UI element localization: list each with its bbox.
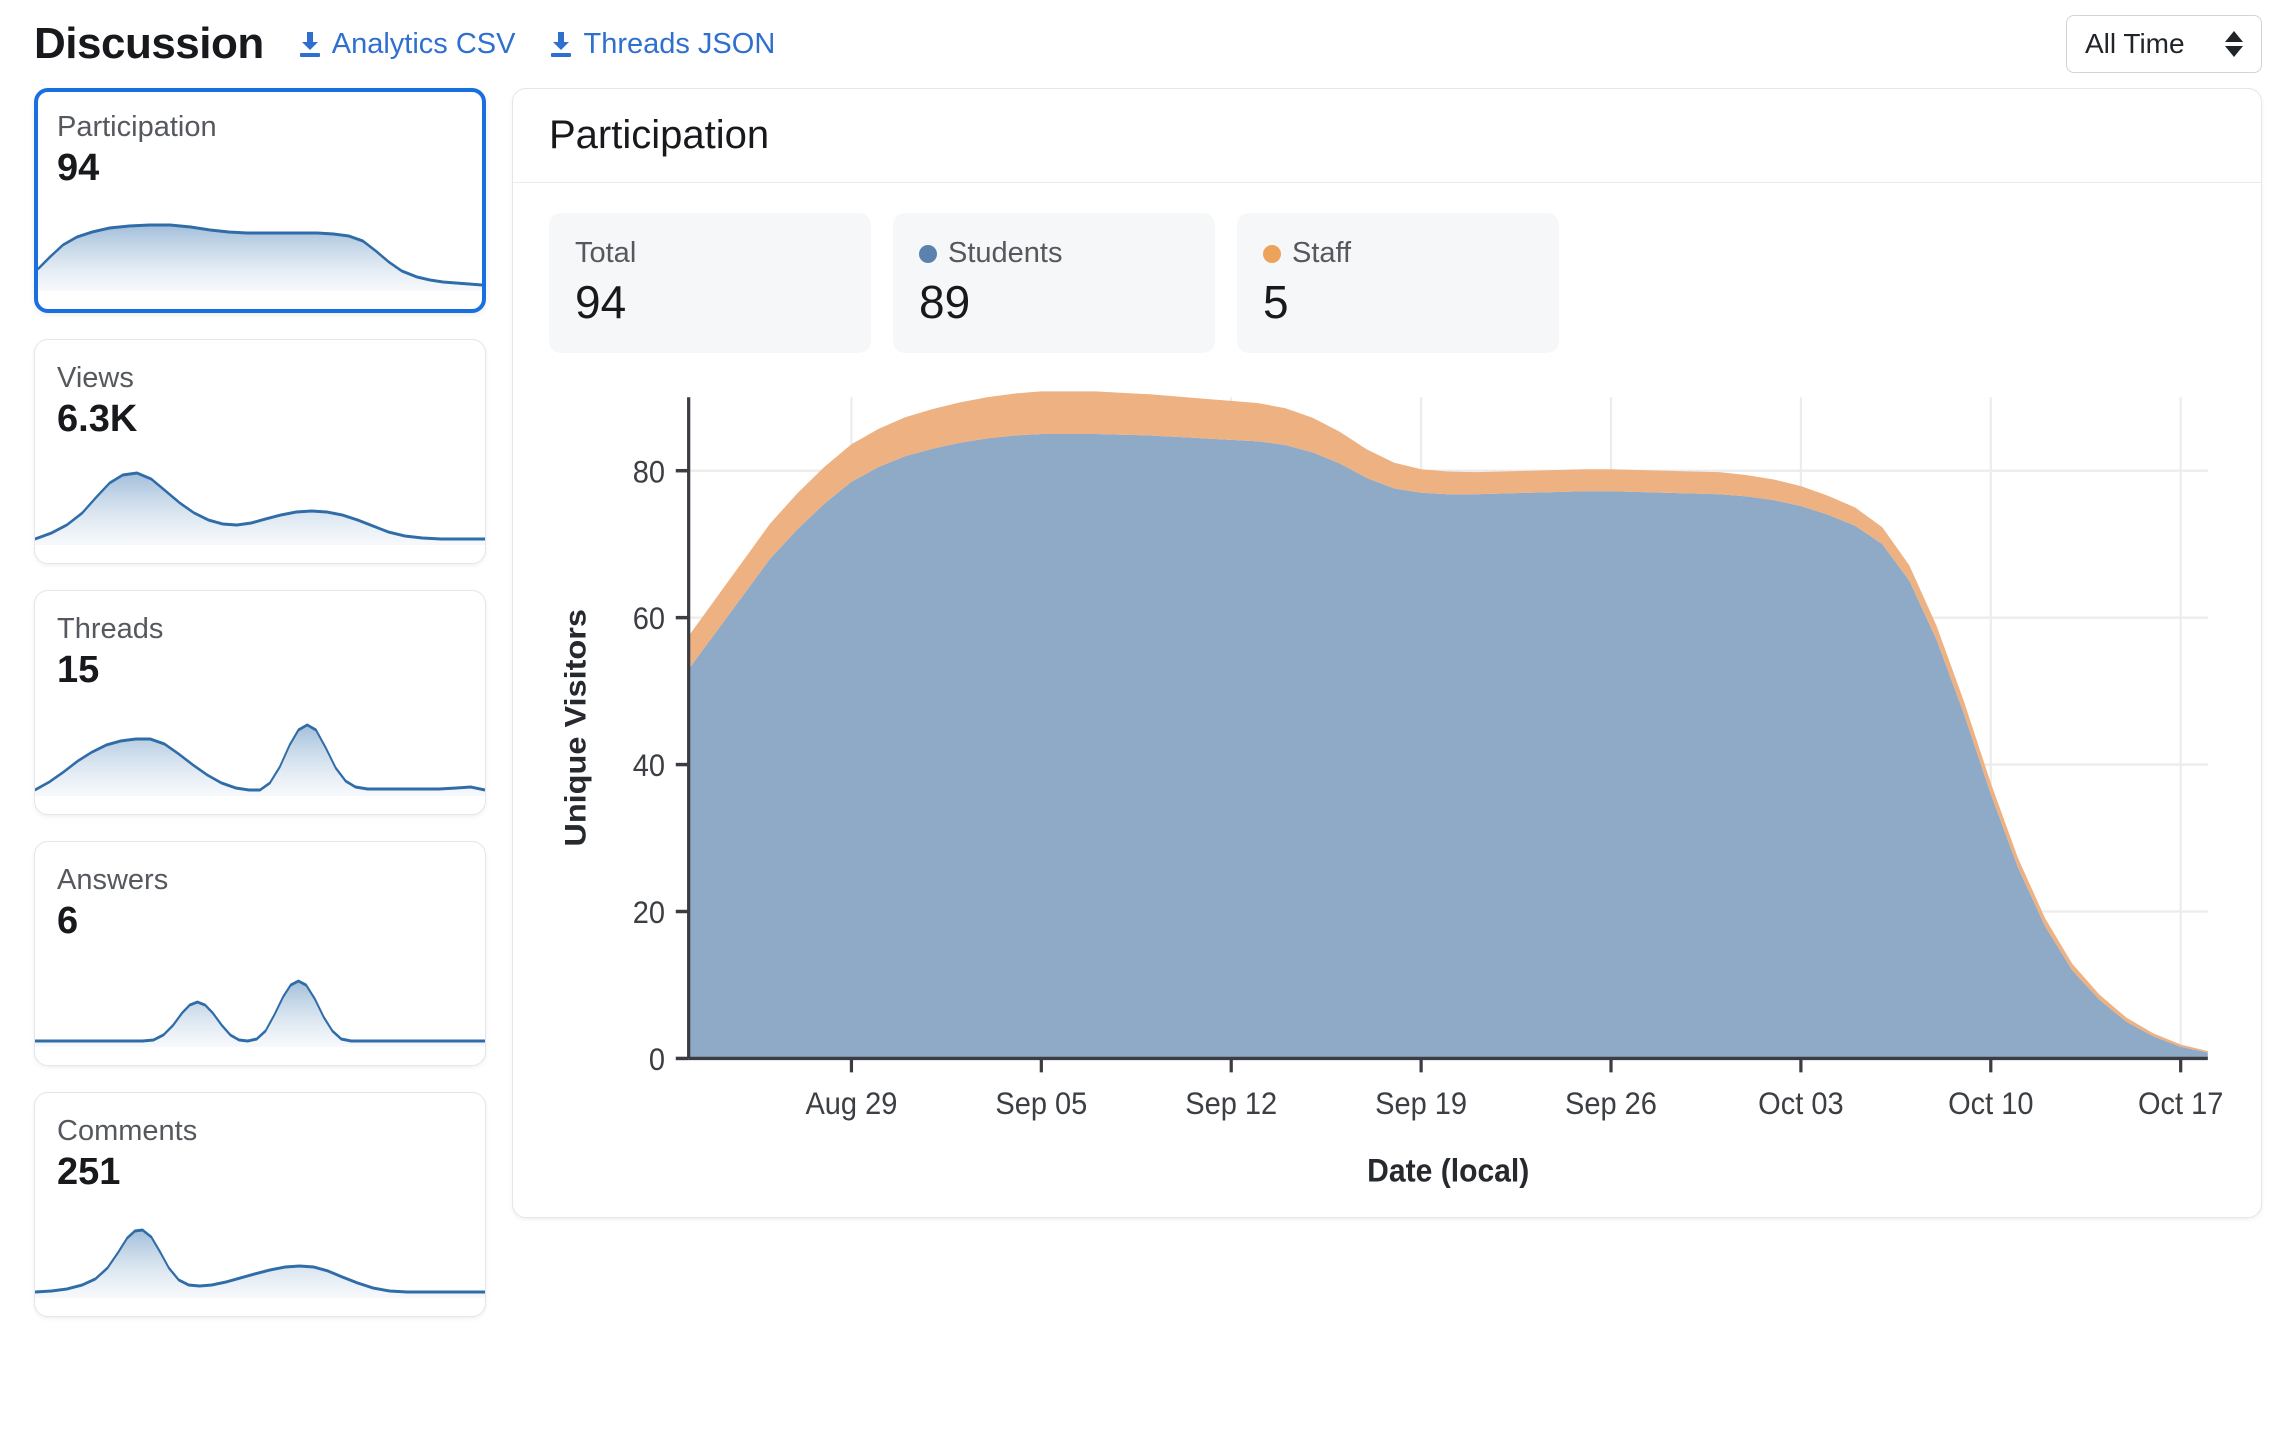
metric-value: 6 (57, 900, 79, 943)
metric-value: 94 (57, 147, 100, 190)
stat-label-row: Staff (1263, 236, 1533, 270)
staff-legend-dot-icon (1263, 244, 1281, 263)
summary-stats: Total 94 Students 89 Staff 5 (549, 213, 2225, 353)
panel-header: Participation (513, 89, 2261, 183)
metric-value: 6.3K (57, 398, 138, 441)
metric-card-answers[interactable]: Answers 6 (34, 841, 486, 1066)
metric-label: Answers (57, 864, 169, 896)
sparkline-answers (35, 955, 485, 1051)
stat-box-students: Students 89 (893, 213, 1215, 353)
download-threads-json-link[interactable]: Threads JSON (549, 28, 775, 61)
metric-label: Views (57, 362, 134, 394)
stat-box-staff: Staff 5 (1237, 213, 1559, 353)
stat-box-total: Total 94 (549, 213, 871, 353)
sparkline-comments (35, 1206, 485, 1302)
stat-label: Staff (1292, 236, 1352, 269)
page-title: Discussion (34, 19, 264, 68)
metric-label: Participation (57, 111, 217, 143)
y-axis-tick-label: 80 (633, 455, 665, 489)
x-axis-tick-label: Sep 05 (995, 1087, 1087, 1121)
metric-card-list: Participation 94 Views 6.3K Threads 15 A… (34, 88, 486, 1317)
x-axis-tick-label: Sep 26 (1565, 1087, 1657, 1121)
sparkline-participation (38, 199, 482, 295)
students-legend-dot-icon (919, 244, 937, 263)
y-axis-tick-label: 20 (633, 896, 665, 930)
x-axis-tick-label: Sep 12 (1185, 1087, 1277, 1121)
x-axis-tick-label: Oct 10 (1948, 1087, 2033, 1121)
analytics-page: Discussion Analytics CSV Threads JSON Al (0, 0, 2296, 1440)
stat-value: 94 (575, 275, 627, 328)
x-axis-title: Date (local) (1367, 1152, 1529, 1188)
download-threads-json-label: Threads JSON (583, 27, 776, 60)
x-axis-tick-label: Oct 03 (1758, 1087, 1843, 1121)
sparkline-threads (35, 704, 485, 800)
stat-value: 5 (1263, 275, 1289, 328)
select-arrows-icon (2225, 31, 2243, 57)
sparkline-views (35, 453, 485, 549)
participation-panel: Participation Total 94 Students 89 Staff… (512, 88, 2262, 1218)
participation-area-chart: 0 20 40 60 80 Aug 29 Sep 05 Sep 12 Sep 19 Sep 26 O… (549, 381, 2225, 1193)
metric-label: Threads (57, 613, 164, 645)
panel-body: Total 94 Students 89 Staff 5 0 20 40 60 … (513, 183, 2261, 1217)
panel-title: Participation (549, 113, 770, 157)
stat-label-row: Students (919, 236, 1189, 270)
stat-label: Total (575, 236, 637, 269)
time-range-value: All Time (2085, 28, 2185, 59)
download-analytics-csv-link[interactable]: Analytics CSV (298, 27, 516, 61)
metric-card-comments[interactable]: Comments 251 (34, 1092, 486, 1317)
content-area: Participation 94 Views 6.3K Threads 15 A… (0, 88, 2296, 1440)
stat-value: 89 (919, 275, 971, 328)
metric-value: 251 (57, 1151, 121, 1194)
download-icon (549, 30, 573, 58)
y-axis-title: Unique Visitors (559, 609, 593, 847)
y-axis-tick-label: 0 (649, 1043, 665, 1077)
metric-value: 15 (57, 649, 100, 692)
x-axis-tick-label: Aug 29 (805, 1087, 897, 1121)
y-axis-tick-label: 40 (633, 749, 665, 783)
time-range-select[interactable]: All Time (2066, 15, 2262, 73)
download-analytics-csv-label: Analytics CSV (331, 27, 516, 60)
page-header: Discussion Analytics CSV Threads JSON Al (0, 0, 2296, 88)
x-axis-tick-label: Oct 17 (2138, 1087, 2223, 1121)
metric-card-threads[interactable]: Threads 15 (34, 590, 486, 815)
metric-label: Comments (57, 1115, 198, 1147)
metric-card-participation[interactable]: Participation 94 (34, 88, 486, 313)
y-axis-tick-label: 60 (633, 602, 665, 636)
download-icon (298, 30, 322, 58)
metric-card-views[interactable]: Views 6.3K (34, 339, 486, 564)
stat-label: Students (948, 236, 1063, 269)
x-axis-tick-label: Sep 19 (1375, 1087, 1467, 1121)
